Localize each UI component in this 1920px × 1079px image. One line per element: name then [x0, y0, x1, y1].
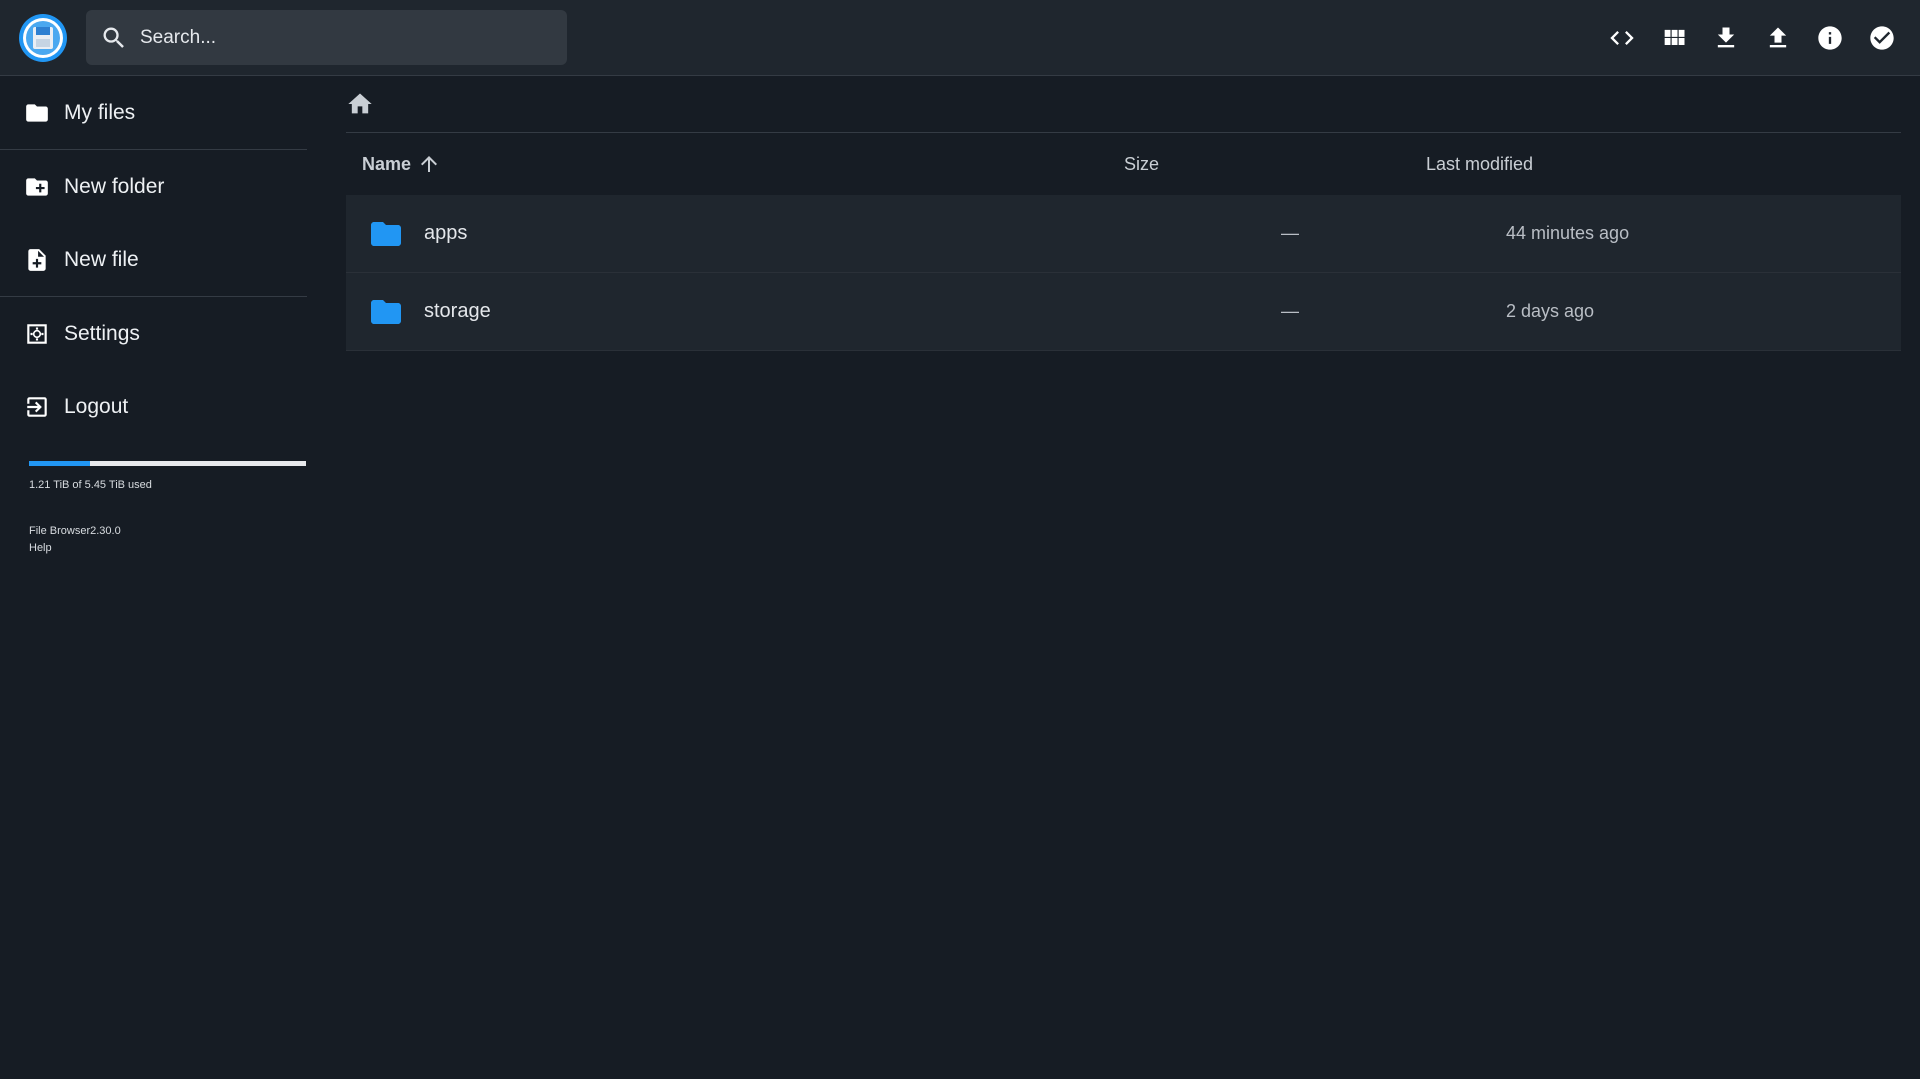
file-name-cell: storage	[346, 294, 1074, 330]
sidebar: My files New folder New file Settings Lo…	[0, 76, 307, 557]
column-name-header[interactable]: Name	[346, 152, 1074, 176]
list-header: Name Size Last modified	[346, 133, 1901, 195]
top-bar	[0, 0, 1920, 76]
version-text: File Browser2.30.0	[29, 525, 121, 537]
sidebar-item-new-file[interactable]: New file	[0, 223, 307, 296]
sidebar-item-settings[interactable]: Settings	[0, 297, 307, 370]
home-icon[interactable]	[346, 90, 374, 118]
sidebar-item-label: Settings	[64, 321, 140, 345]
sidebar-item-label: New file	[64, 247, 139, 271]
upload-icon	[1769, 27, 1787, 48]
list-item[interactable]: apps — 44 minutes ago	[346, 195, 1901, 273]
logout-icon	[27, 396, 47, 417]
sidebar-item-new-folder[interactable]: New folder	[0, 150, 307, 223]
file-size: —	[1281, 223, 1299, 243]
download-icon	[1717, 27, 1735, 48]
folder-icon	[371, 221, 401, 246]
usage-progress-fill	[29, 461, 91, 466]
usage-text: 1.21 TiB of 5.45 TiB used	[29, 479, 152, 491]
file-listing: Name Size Last modified apps — 44 minute…	[346, 76, 1901, 351]
breadcrumb	[346, 76, 1901, 133]
storage-usage: 1.21 TiB of 5.45 TiB used	[0, 461, 307, 491]
file-browser-logo[interactable]	[18, 13, 68, 63]
check-circle-icon	[1870, 26, 1894, 50]
list-item[interactable]: storage — 2 days ago	[346, 273, 1901, 351]
help-link[interactable]: Help	[29, 540, 307, 557]
toggle-code-button[interactable]	[1596, 12, 1648, 64]
grid-view-button[interactable]	[1648, 12, 1700, 64]
folder-icon	[371, 299, 401, 324]
sidebar-item-logout[interactable]: Logout	[0, 370, 307, 443]
sidebar-item-my-files[interactable]: My files	[0, 76, 307, 149]
credits: File Browser2.30.0 Help	[0, 523, 307, 557]
file-name: storage	[424, 300, 491, 322]
download-button[interactable]	[1700, 12, 1752, 64]
sidebar-item-label: New folder	[64, 174, 165, 198]
note-add-icon	[28, 248, 46, 271]
search-box[interactable]	[86, 10, 567, 65]
file-modified: 44 minutes ago	[1506, 223, 1630, 243]
file-name-cell: apps	[346, 216, 1074, 252]
file-name: apps	[424, 222, 468, 244]
file-modified: 2 days ago	[1506, 301, 1595, 321]
grid-view-icon	[1664, 29, 1685, 45]
select-multiple-button[interactable]	[1856, 12, 1908, 64]
folder-icon	[26, 103, 48, 122]
column-modified-header[interactable]: Last modified	[1426, 154, 1533, 175]
code-icon	[1610, 31, 1634, 45]
search-input[interactable]	[138, 25, 538, 50]
upload-button[interactable]	[1752, 12, 1804, 64]
column-name-label[interactable]: Name	[362, 154, 411, 175]
search-icon	[103, 27, 124, 48]
sidebar-item-label: Logout	[64, 394, 129, 418]
header-actions	[1596, 12, 1908, 64]
create-folder-icon	[26, 177, 48, 196]
usage-progress-bar	[29, 461, 306, 466]
logo-icon	[19, 14, 67, 62]
info-button[interactable]	[1804, 12, 1856, 64]
column-size-header[interactable]: Size	[1074, 154, 1426, 175]
info-icon	[1818, 26, 1842, 50]
sort-ascending-arrow-icon[interactable]	[417, 152, 441, 176]
settings-icon	[27, 323, 47, 344]
file-size: —	[1281, 301, 1299, 321]
sidebar-item-label: My files	[64, 100, 136, 124]
